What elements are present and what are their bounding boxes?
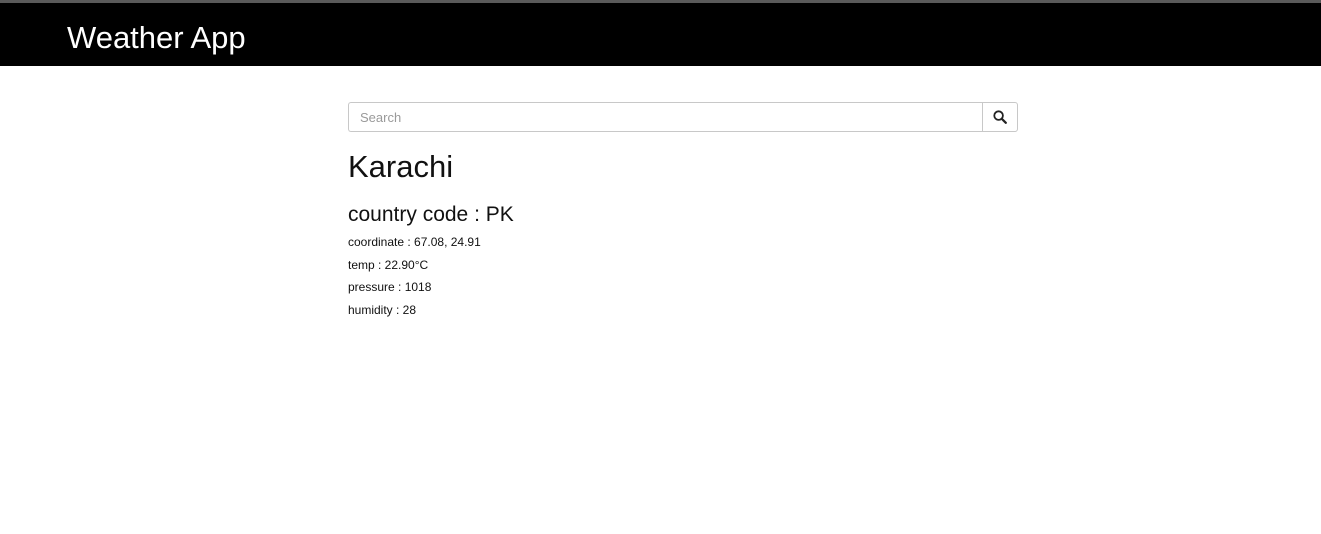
search-input[interactable] xyxy=(348,102,982,132)
humidity-text: humidity : 28 xyxy=(348,303,417,317)
coordinate-text: coordinate : 67.08, 24.91 xyxy=(348,235,481,249)
temperature-text: temp : 22.90°C xyxy=(348,258,429,272)
country-code: country code : PK xyxy=(348,203,514,226)
search-bar xyxy=(348,102,1018,132)
search-button[interactable] xyxy=(982,102,1018,132)
search-icon xyxy=(993,110,1007,124)
pressure-text: pressure : 1018 xyxy=(348,280,432,294)
navbar: Weather App xyxy=(0,3,1321,66)
app-title[interactable]: Weather App xyxy=(67,20,246,56)
city-name: Karachi xyxy=(348,149,454,184)
